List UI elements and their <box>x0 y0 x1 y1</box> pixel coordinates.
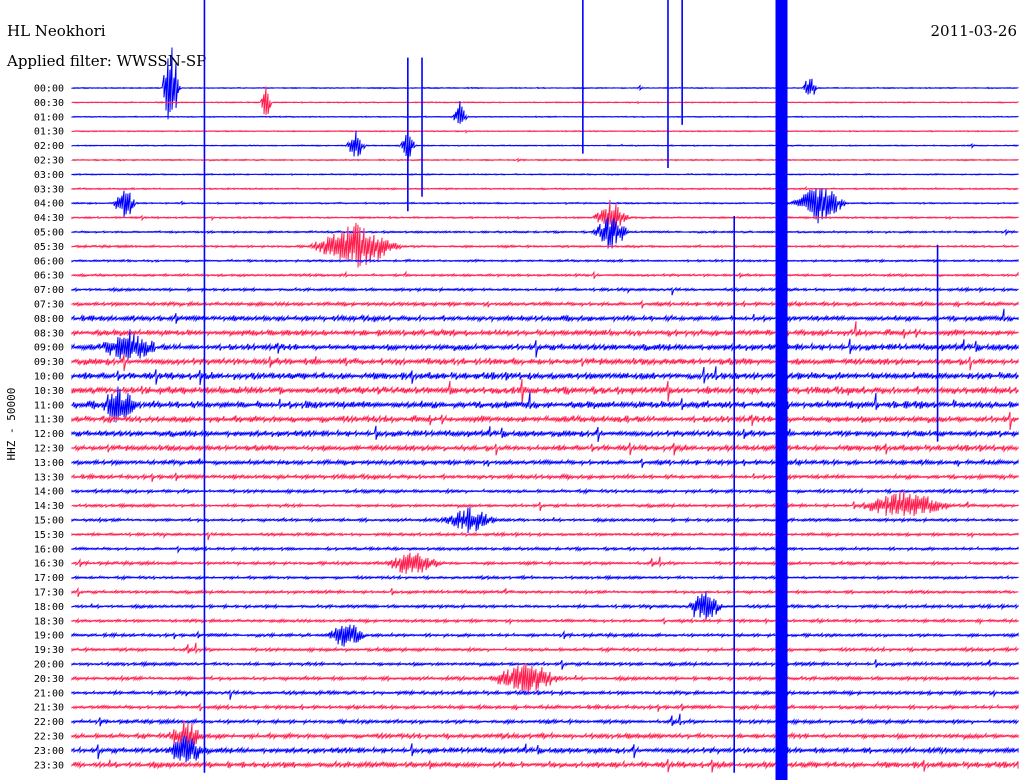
seismogram-plot: 00:00 00:30 01:00 01:30 02:00 02:30 03:00 03:30… <box>34 0 1019 780</box>
trace-row <box>71 299 1019 309</box>
trace-row <box>71 659 1019 670</box>
trace-layer <box>71 0 1019 780</box>
trace-row <box>71 472 1019 483</box>
trace-row <box>71 353 1019 372</box>
trace-row <box>71 101 1019 124</box>
trace-row <box>71 366 1019 386</box>
row-time-label: 13:00 <box>34 458 64 469</box>
trace-row <box>71 199 1019 236</box>
trace-row <box>71 507 1019 534</box>
row-time-label: 04:00 <box>34 199 64 210</box>
row-time-label: 06:30 <box>34 271 64 282</box>
trace-row <box>71 270 1019 280</box>
row-time-label: 15:00 <box>34 516 64 527</box>
row-time-label: 01:00 <box>34 112 64 123</box>
row-time-label: 20:00 <box>34 660 64 671</box>
row-time-label: 02:00 <box>34 141 64 152</box>
row-time-label: 22:00 <box>34 717 64 728</box>
row-time-label: 14:00 <box>34 487 64 498</box>
row-time-label: 14:30 <box>34 501 64 512</box>
trace-row <box>71 545 1019 554</box>
row-time-label: 09:30 <box>34 357 64 368</box>
row-time-label: 17:00 <box>34 573 64 584</box>
trace-row <box>71 719 1019 752</box>
row-time-label: 12:30 <box>34 444 64 455</box>
row-time-label: 09:00 <box>34 343 64 354</box>
trace-row <box>71 442 1019 456</box>
trace-row <box>71 531 1019 541</box>
row-time-label: 06:00 <box>34 256 64 267</box>
trace-row <box>71 758 1019 773</box>
trace-row <box>71 617 1019 626</box>
trace-row <box>71 624 1019 647</box>
tick-label-layer: 00:00 00:30 01:00 01:30 02:00 02:30 03:00 03:30… <box>34 84 64 772</box>
trace-row <box>71 586 1019 597</box>
trace-row <box>71 688 1019 700</box>
row-time-label: 07:30 <box>34 300 64 311</box>
row-time-label: 13:30 <box>34 472 64 483</box>
trace-row <box>71 157 1019 163</box>
row-time-label: 11:00 <box>34 400 64 411</box>
trace-row <box>71 487 1019 495</box>
trace-row <box>71 702 1019 712</box>
trace-row <box>71 552 1019 575</box>
row-time-label: 18:00 <box>34 602 64 613</box>
trace-row <box>71 329 1019 362</box>
row-time-label: 21:30 <box>34 703 64 714</box>
row-time-label: 12:00 <box>34 429 64 440</box>
trace-row <box>71 425 1019 443</box>
trace-row <box>71 130 1019 162</box>
trace-row <box>71 258 1019 264</box>
trace-row <box>71 129 1019 134</box>
row-time-label: 08:30 <box>34 328 64 339</box>
row-time-label: 05:00 <box>34 228 64 239</box>
row-time-label: 00:00 <box>34 84 64 95</box>
row-time-label: 19:30 <box>34 645 64 656</box>
helicorder-view: HL Neokhori 2011-03-26 Applied filter: W… <box>0 0 1024 780</box>
row-time-label: 08:00 <box>34 314 64 325</box>
row-time-label: 02:30 <box>34 156 64 167</box>
row-time-label: 07:00 <box>34 285 64 296</box>
trace-row <box>71 735 1019 763</box>
row-time-label: 00:30 <box>34 98 64 109</box>
trace-row <box>71 308 1019 324</box>
glitch-band <box>775 0 788 780</box>
row-time-label: 23:00 <box>34 746 64 757</box>
trace-row <box>71 286 1019 296</box>
trace-row <box>71 172 1019 176</box>
row-time-label: 15:30 <box>34 530 64 541</box>
row-time-label: 01:30 <box>34 127 64 138</box>
row-time-label: 05:30 <box>34 242 64 253</box>
trace-row <box>71 411 1019 430</box>
row-time-label: 11:30 <box>34 415 64 426</box>
row-time-label: 16:00 <box>34 544 64 555</box>
row-time-label: 19:00 <box>34 631 64 642</box>
row-time-label: 18:30 <box>34 616 64 627</box>
trace-row <box>71 591 1019 620</box>
trace-row <box>71 321 1019 339</box>
trace-row <box>71 642 1019 655</box>
trace-row <box>71 490 1019 517</box>
row-time-label: 20:30 <box>34 674 64 685</box>
row-time-label: 17:30 <box>34 588 64 599</box>
trace-row <box>71 574 1019 581</box>
trace-row <box>71 86 1019 115</box>
row-time-label: 04:30 <box>34 213 64 224</box>
row-time-label: 16:30 <box>34 559 64 570</box>
row-time-label: 03:00 <box>34 170 64 181</box>
row-time-label: 03:30 <box>34 184 64 195</box>
trace-row <box>71 457 1019 468</box>
row-time-label: 10:00 <box>34 372 64 383</box>
row-time-label: 23:30 <box>34 760 64 771</box>
row-time-label: 22:30 <box>34 732 64 743</box>
row-time-label: 21:00 <box>34 688 64 699</box>
trace-row <box>71 185 1019 191</box>
trace-row <box>71 663 1019 696</box>
trace-row <box>71 47 1019 120</box>
trace-row <box>71 217 1019 249</box>
trace-row <box>71 713 1019 727</box>
row-time-label: 10:30 <box>34 386 64 397</box>
